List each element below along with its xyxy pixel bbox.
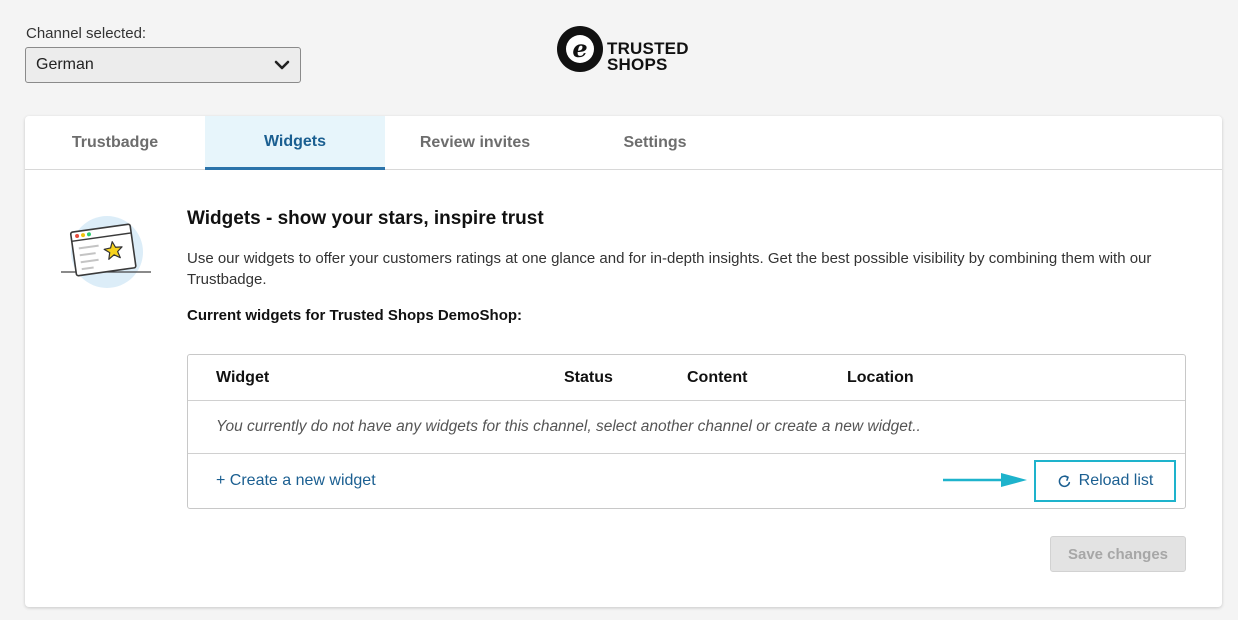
trusted-shops-logo: e TRUSTED SHOPS	[557, 25, 689, 73]
tab-review-invites[interactable]: Review invites	[385, 116, 565, 170]
reload-list-label: Reload list	[1078, 472, 1154, 489]
channel-label: Channel selected:	[26, 25, 147, 42]
tab-settings[interactable]: Settings	[565, 116, 745, 170]
browser-star-illustration	[61, 216, 151, 288]
column-header-status: Status	[564, 369, 613, 386]
empty-message: You currently do not have any widgets fo…	[216, 418, 921, 435]
channel-select-value: German	[36, 56, 94, 73]
tab-bar: Trustbadge Widgets Review invites Settin…	[25, 116, 1222, 170]
create-widget-link[interactable]: + Create a new widget	[216, 472, 376, 490]
column-header-location: Location	[847, 369, 914, 386]
logo-wordmark: TRUSTED SHOPS	[607, 39, 689, 74]
tab-trustbadge[interactable]: Trustbadge	[25, 116, 205, 170]
settings-card: Trustbadge Widgets Review invites Settin…	[25, 116, 1222, 607]
current-widgets-label: Current widgets for Trusted Shops DemoSh…	[187, 307, 523, 324]
arrow-right-icon	[943, 473, 1027, 487]
reload-list-button[interactable]: Reload list	[1034, 460, 1176, 502]
column-header-widget: Widget	[216, 369, 270, 386]
section-description: Use our widgets to offer your customers …	[187, 250, 1152, 288]
table-empty-row: You currently do not have any widgets fo…	[188, 401, 1185, 454]
trusted-shops-logo-icon: e	[557, 26, 603, 72]
save-changes-button[interactable]: Save changes	[1050, 536, 1186, 572]
table-header: Widget Status Content Location	[188, 355, 1185, 401]
chevron-down-icon	[274, 60, 290, 70]
tab-widgets[interactable]: Widgets	[205, 116, 385, 170]
section-heading: Widgets - show your stars, inspire trust	[187, 208, 544, 229]
channel-select[interactable]: German	[25, 47, 301, 83]
widgets-table: Widget Status Content Location You curre…	[187, 354, 1186, 509]
reload-icon	[1058, 474, 1070, 487]
table-footer: + Create a new widget Reload list	[188, 454, 1185, 508]
column-header-content: Content	[687, 369, 748, 386]
